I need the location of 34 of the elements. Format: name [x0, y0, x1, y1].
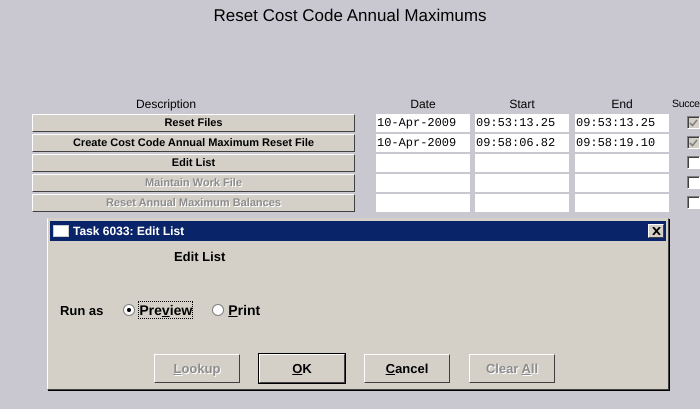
task-button[interactable]: Reset Files	[32, 114, 355, 132]
end-field[interactable]: 09:58:19.10	[575, 134, 669, 152]
radio-option[interactable]: Preview	[123, 302, 192, 318]
window-icon	[53, 225, 69, 237]
end-field[interactable]	[575, 174, 669, 192]
dialog-button[interactable]: Cancel	[364, 354, 450, 383]
dialog-title: Task 6033: Edit List	[73, 224, 184, 238]
run-as-label: Run as	[60, 302, 104, 318]
date-field[interactable]	[376, 194, 470, 212]
start-field[interactable]	[475, 174, 569, 192]
dialog-heading: Edit List	[174, 249, 226, 264]
column-header: Description	[134, 96, 198, 112]
column-header: Succe	[672, 97, 700, 112]
close-button[interactable]	[648, 224, 664, 238]
start-field[interactable]	[475, 154, 569, 172]
dialog-button[interactable]: OK	[259, 354, 345, 383]
end-field[interactable]	[575, 194, 669, 212]
task-button[interactable]: Create Cost Code Annual Maximum Reset File	[32, 134, 355, 152]
column-header: Date	[409, 96, 437, 112]
column-header: Start	[508, 96, 536, 112]
start-field[interactable]	[475, 194, 569, 212]
start-field[interactable]: 09:53:13.25	[475, 114, 569, 132]
radio-option[interactable]: Print	[212, 302, 260, 318]
page-title: Reset Cost Code Annual Maximums	[212, 5, 488, 27]
date-field[interactable]: 10-Apr-2009	[376, 114, 470, 132]
date-field[interactable]	[376, 174, 470, 192]
end-field[interactable]: 09:53:13.25	[575, 114, 669, 132]
column-header: End	[610, 96, 634, 112]
close-icon	[652, 227, 660, 235]
date-field[interactable]: 10-Apr-2009	[376, 134, 470, 152]
task-button[interactable]: Edit List	[32, 154, 355, 172]
start-field[interactable]: 09:58:06.82	[475, 134, 569, 152]
date-field[interactable]	[376, 154, 470, 172]
end-field[interactable]	[575, 154, 669, 172]
